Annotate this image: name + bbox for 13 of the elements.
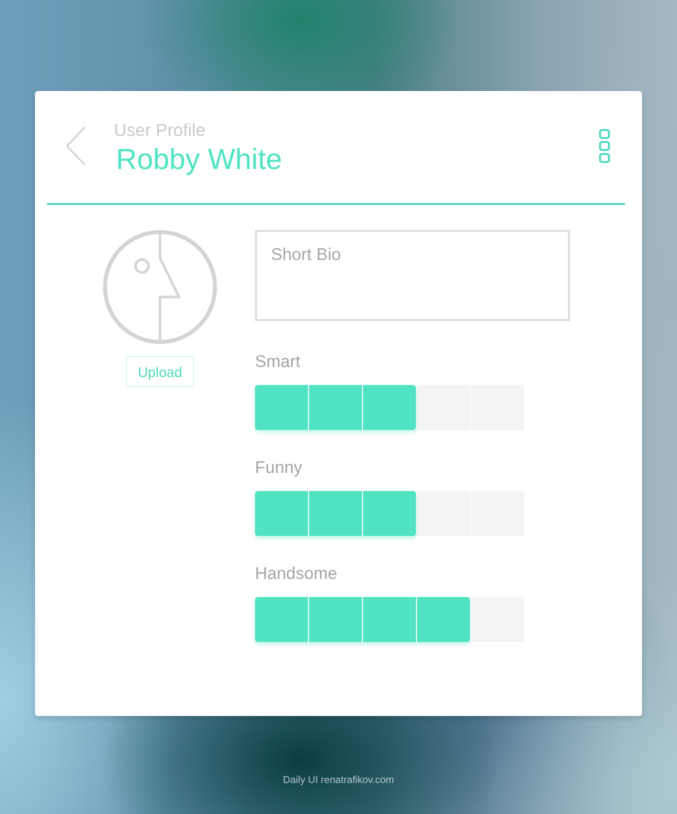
upload-button[interactable]: Upload <box>126 356 194 387</box>
back-icon[interactable] <box>66 126 86 166</box>
footer-credit: Daily UI renatrafikov.com <box>283 775 394 787</box>
rating-track[interactable] <box>255 385 524 430</box>
rating-label: Funny <box>255 458 302 478</box>
avatar-icon <box>103 230 217 344</box>
rating-label: Smart <box>255 352 300 372</box>
profile-name: Robby White <box>116 143 282 177</box>
rating-track[interactable] <box>255 597 524 642</box>
menu-icon[interactable] <box>599 129 610 163</box>
bio-field[interactable]: Short Bio <box>255 230 570 321</box>
rating-label: Handsome <box>255 564 338 584</box>
rating-track[interactable] <box>255 491 524 536</box>
